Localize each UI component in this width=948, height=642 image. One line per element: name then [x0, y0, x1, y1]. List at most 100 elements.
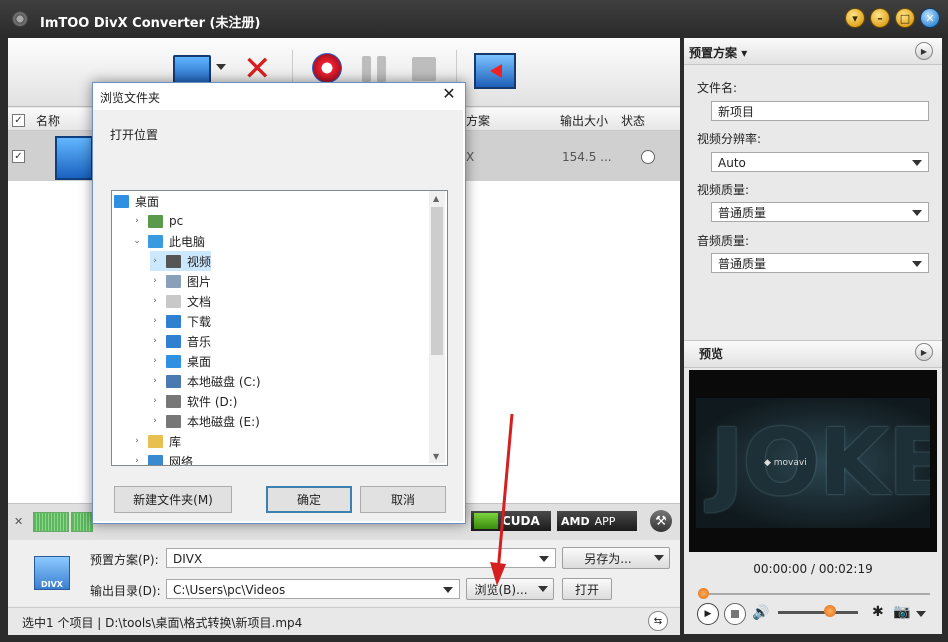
tree-item[interactable]: ›软件 (D:)	[150, 391, 237, 411]
close-cpu-icon[interactable]: ✕	[14, 515, 23, 528]
tree-item[interactable]: ›图片	[150, 271, 211, 291]
minimize-button[interactable]: –	[871, 9, 889, 27]
chevron-right-icon[interactable]: ›	[150, 276, 160, 286]
resolution-select[interactable]: Auto	[711, 152, 929, 172]
chevron-down-icon[interactable]	[916, 611, 926, 617]
time-readout: 00:00:00 / 00:02:19	[689, 562, 937, 576]
convert-button[interactable]	[312, 53, 342, 83]
column-status[interactable]: 状态	[621, 112, 645, 129]
wrench-icon[interactable]: ⚒	[650, 510, 672, 532]
tree-scroll-thumb[interactable]	[431, 207, 443, 355]
chevron-right-icon[interactable]: ›	[150, 316, 160, 326]
tree-item[interactable]: ›下载	[150, 311, 211, 331]
pause-button[interactable]	[362, 56, 388, 82]
volume-handle[interactable]	[824, 605, 836, 617]
audio-quality-value: 普通质量	[718, 257, 766, 271]
preset-toggle-icon[interactable]: ▶	[915, 42, 933, 60]
chevron-right-icon[interactable]: ›	[150, 396, 160, 406]
video-quality-value: 普通质量	[718, 206, 766, 220]
profile-label: 预置方案(P):	[90, 551, 159, 568]
column-output-size[interactable]: 输出大小	[560, 112, 608, 129]
output-label: 输出目录(D):	[90, 582, 161, 599]
volume-slider[interactable]	[778, 611, 858, 614]
tree-item[interactable]: ›网络	[132, 451, 193, 466]
volume-icon[interactable]: 🔊	[752, 605, 769, 621]
dialog-close-icon[interactable]: ✕	[440, 85, 458, 103]
menu-chevron-icon[interactable]: ▾	[846, 9, 864, 27]
open-output-button[interactable]	[474, 53, 516, 89]
chevron-right-icon[interactable]: ›	[150, 256, 160, 266]
video-quality-select[interactable]: 普通质量	[711, 202, 929, 222]
chevron-right-icon[interactable]: ›	[150, 336, 160, 346]
scroll-down-icon[interactable]: ▼	[433, 452, 439, 461]
output-dir-value: C:\Users\pc\Videos	[173, 583, 285, 597]
seek-bar[interactable]	[702, 593, 930, 595]
chevron-down-icon[interactable]	[654, 555, 664, 561]
chevron-right-icon[interactable]: ›	[132, 456, 142, 466]
user-icon	[148, 215, 163, 228]
camera-icon[interactable]: 📷	[893, 604, 910, 620]
filename-input[interactable]: 新项目	[711, 101, 929, 121]
amd-app-label: APP	[595, 515, 616, 528]
stop-icon	[731, 610, 739, 618]
select-all-checkbox[interactable]: ✓	[12, 114, 25, 127]
dialog-prompt: 打开位置	[110, 126, 158, 143]
delete-icon[interactable]: ✕	[243, 53, 272, 85]
chevron-right-icon[interactable]: ›	[150, 416, 160, 426]
chevron-right-icon[interactable]: ›	[150, 296, 160, 306]
tree-item-label: 视频	[187, 253, 211, 270]
preview-toggle-icon[interactable]: ▶	[915, 343, 933, 361]
row-output-size: 154.5 ...	[562, 150, 612, 164]
resolution-label: 视频分辨率:	[697, 130, 761, 147]
play-button[interactable]: ▶	[697, 603, 719, 625]
tree-item[interactable]: ›本地磁盘 (E:)	[150, 411, 260, 431]
chevron-right-icon[interactable]: ›	[132, 216, 142, 226]
chevron-down-icon[interactable]: ⌄	[132, 236, 142, 246]
snapshot-icon[interactable]: ✱	[872, 604, 884, 620]
log-icon[interactable]: ⇆	[648, 611, 668, 631]
chevron-right-icon[interactable]: ›	[132, 436, 142, 446]
tree-item[interactable]: › 视频	[150, 251, 211, 271]
profile-value: DIVX	[173, 552, 202, 566]
tree-item[interactable]: 桌面	[114, 191, 159, 211]
chevron-right-icon[interactable]: ›	[150, 376, 160, 386]
column-name[interactable]: 名称	[36, 112, 60, 129]
stop-preview-button[interactable]	[724, 603, 746, 625]
preset-title[interactable]: 预置方案 ▾	[689, 44, 747, 61]
tree-item[interactable]: ›文档	[150, 291, 211, 311]
audio-quality-select[interactable]: 普通质量	[711, 253, 929, 273]
pictures-folder-icon	[166, 275, 181, 288]
seek-handle[interactable]	[698, 588, 709, 599]
chevron-right-icon[interactable]: ›	[150, 356, 160, 366]
stop-button[interactable]	[412, 57, 436, 81]
tree-item[interactable]: ›库	[132, 431, 181, 451]
scroll-up-icon[interactable]: ▲	[433, 194, 439, 203]
download-icon	[166, 315, 181, 328]
tree-item[interactable]: ⌄此电脑	[132, 231, 205, 251]
column-profile[interactable]: 方案	[466, 112, 490, 129]
tree-item[interactable]: ›pc	[132, 211, 183, 231]
open-button[interactable]: 打开	[562, 578, 612, 600]
arrow-head	[490, 562, 506, 586]
desktop-icon	[166, 355, 181, 368]
close-button[interactable]: ✕	[921, 9, 939, 27]
tree-item-label: 本地磁盘 (C:)	[187, 373, 261, 390]
app-logo-icon	[12, 11, 28, 27]
row-checkbox[interactable]: ✓	[12, 150, 25, 163]
folder-tree[interactable]: 桌面›pc⌄此电脑›视频›图片›文档›下载›音乐›桌面›本地磁盘 (C:)›软件…	[111, 190, 448, 466]
new-folder-button[interactable]: 新建文件夹(M)	[114, 486, 232, 513]
tree-item[interactable]: ›音乐	[150, 331, 211, 351]
clock-icon	[641, 150, 655, 164]
tree-item-label: 库	[169, 433, 181, 450]
output-dir-select[interactable]: C:\Users\pc\Videos	[166, 579, 460, 599]
add-dropdown-arrow-icon[interactable]	[216, 64, 226, 70]
amd-badge[interactable]: AMDAPP	[557, 511, 637, 531]
ok-button[interactable]: 确定	[266, 486, 352, 513]
cancel-button[interactable]: 取消	[360, 486, 446, 513]
tree-item[interactable]: ›桌面	[150, 351, 211, 371]
tree-item[interactable]: › 本地磁盘 (C:)	[150, 371, 261, 391]
music-icon	[166, 335, 181, 348]
maximize-button[interactable]: □	[896, 9, 914, 27]
chevron-down-icon[interactable]	[538, 586, 548, 592]
save-as-button[interactable]: 另存为...	[562, 547, 670, 569]
